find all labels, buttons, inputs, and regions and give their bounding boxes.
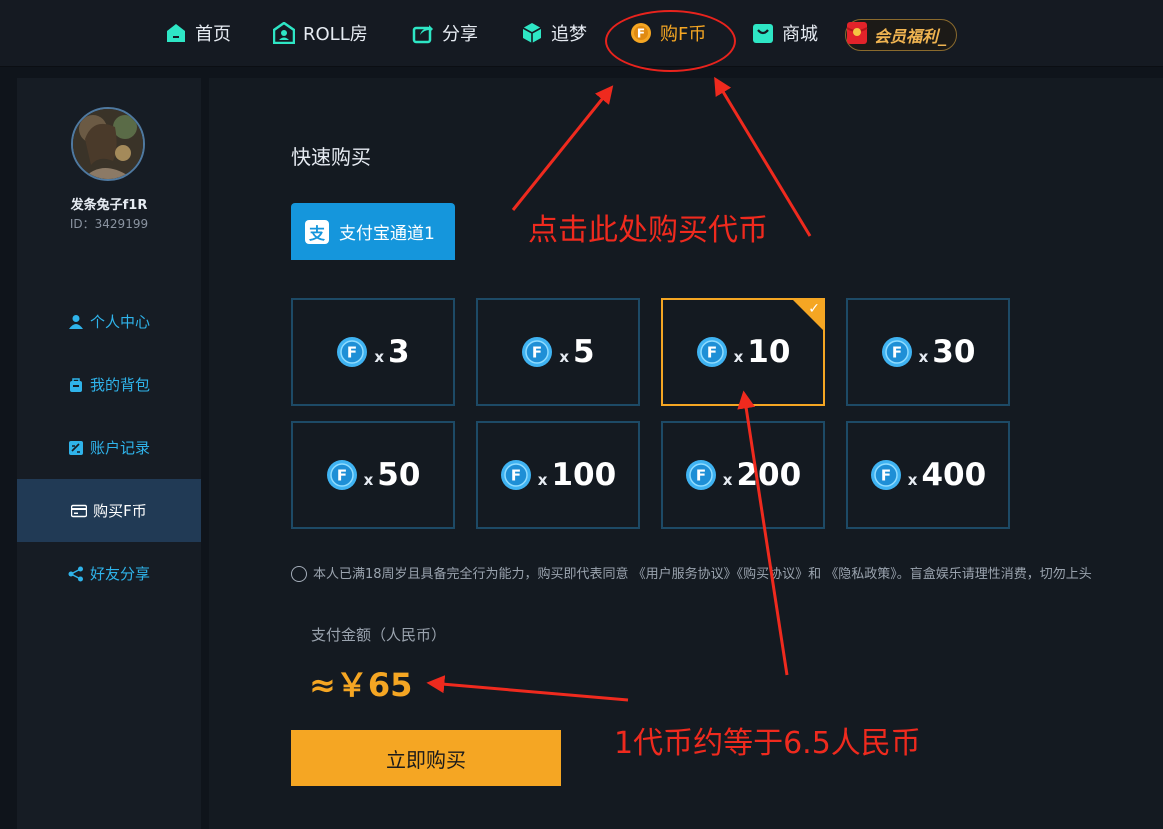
coin-package-tile[interactable]: Fx 10 ✓ [661,298,825,406]
package-amount: 100 [551,457,617,493]
svg-text:F: F [891,344,901,362]
nav-shop[interactable]: 商城 [752,18,818,48]
f-coin-icon: F [870,460,901,490]
package-amount: 30 [932,334,976,370]
nav-shop-label: 商城 [782,24,818,45]
pay-channel-label: 支付宝通道1 [339,224,435,244]
coin-package-tile[interactable]: Fx 100 [476,421,640,529]
package-amount: 50 [377,457,421,493]
backpack-icon [69,377,82,392]
package-multiplier: x [918,348,929,366]
package-amount: 400 [921,457,987,493]
roll-room-icon [273,22,295,44]
svg-text:F: F [696,467,706,485]
svg-text:F: F [347,344,357,362]
coin-package-tile[interactable]: Fx 50 [291,421,455,529]
card-icon [71,504,88,517]
package-amount: 10 [747,334,791,370]
sidebar-item-profile[interactable]: 个人中心 [17,290,201,353]
package-multiplier: x [374,348,385,366]
sidebar-item-records[interactable]: 账户记录 [17,416,201,479]
annotation-click-here: 点击此处购买代币 [528,213,768,248]
package-multiplier: x [733,348,744,366]
svg-text:F: F [706,344,716,362]
pay-amount-label: 支付金额（人民币） [311,626,447,644]
package-multiplier: x [722,471,733,489]
svg-text:F: F [511,467,521,485]
vip-benefits-badge[interactable]: 会员福利_ [845,19,957,51]
avatar[interactable] [71,107,145,181]
coin-package-tile[interactable]: Fx3 [291,298,455,406]
share-nodes-icon [68,566,83,581]
sidebar-item-backpack[interactable]: 我的背包 [17,353,201,416]
user-id: ID：3429199 [69,217,149,231]
agreement-radio[interactable] [291,566,307,582]
sidebar-item-label: 购买F币 [93,502,147,520]
package-multiplier: x [559,348,570,366]
vip-benefits-label: 会员福利_ [874,27,947,46]
package-multiplier: x [537,471,548,489]
buy-now-button[interactable]: 立即购买 [291,730,561,786]
nav-share-label: 分享 [442,24,478,45]
tab-alipay-channel[interactable]: 支 支付宝通道1 [291,203,455,260]
annotation-rate-note: 1代币约等于6.5人民币 [614,726,921,761]
agreement-text: 本人已满18周岁且具备完全行为能力，购买即代表同意 《用户服务协议》《购买协议》… [313,567,1092,582]
package-multiplier: x [363,471,374,489]
shop-bag-icon [753,24,773,43]
package-amount: 200 [736,457,802,493]
avatar-image [73,109,143,179]
nav-highlight-circle [605,10,736,72]
sidebar-item-label: 账户记录 [89,439,150,457]
nav-roll-room-label: ROLL房 [303,24,368,45]
nav-home[interactable]: 首页 [165,18,231,48]
nav-home-label: 首页 [195,24,231,45]
nav-share[interactable]: 分享 [412,18,478,48]
f-coin-icon: F [696,337,727,367]
f-coin-icon: F [522,337,553,367]
f-coin-icon: F [337,337,368,367]
sidebar-item-buy-f-coin[interactable]: 购买F币 [17,479,201,542]
home-icon [167,24,185,42]
coin-package-tile[interactable]: Fx5 [476,298,640,406]
user-icon [68,314,83,329]
svg-text:F: F [336,467,346,485]
coin-package-tile[interactable]: Fx 400 [846,421,1010,529]
f-coin-icon: F [500,460,531,490]
record-icon [68,440,83,455]
f-coin-icon: F [326,460,357,490]
share-icon [412,25,433,44]
sidebar-item-friend-share[interactable]: 好友分享 [17,542,201,605]
nav-dream[interactable]: 追梦 [521,18,587,48]
cube-icon [522,23,542,43]
svg-text:F: F [532,344,542,362]
sidebar-item-label: 好友分享 [89,565,150,583]
package-amount: 3 [388,334,410,370]
f-coin-icon: F [685,460,716,490]
f-coin-icon: F [881,337,912,367]
username: 发条兔子f1R [70,198,148,213]
package-multiplier: x [907,471,918,489]
coin-package-tile[interactable]: Fx 200 [661,421,825,529]
section-title: 快速购买 [291,145,371,169]
nav-roll-room[interactable]: ROLL房 [273,18,368,48]
svg-text:F: F [881,467,891,485]
pay-amount: ≈￥65 [309,666,413,704]
sidebar-item-label: 我的背包 [89,376,150,394]
red-packet-icon [846,22,868,44]
check-icon: ✓ [808,301,820,317]
nav-dream-label: 追梦 [551,24,587,45]
alipay-icon: 支 [305,219,329,244]
package-amount: 5 [573,334,595,370]
coin-package-tile[interactable]: Fx 30 [846,298,1010,406]
sidebar-item-label: 个人中心 [89,313,150,331]
